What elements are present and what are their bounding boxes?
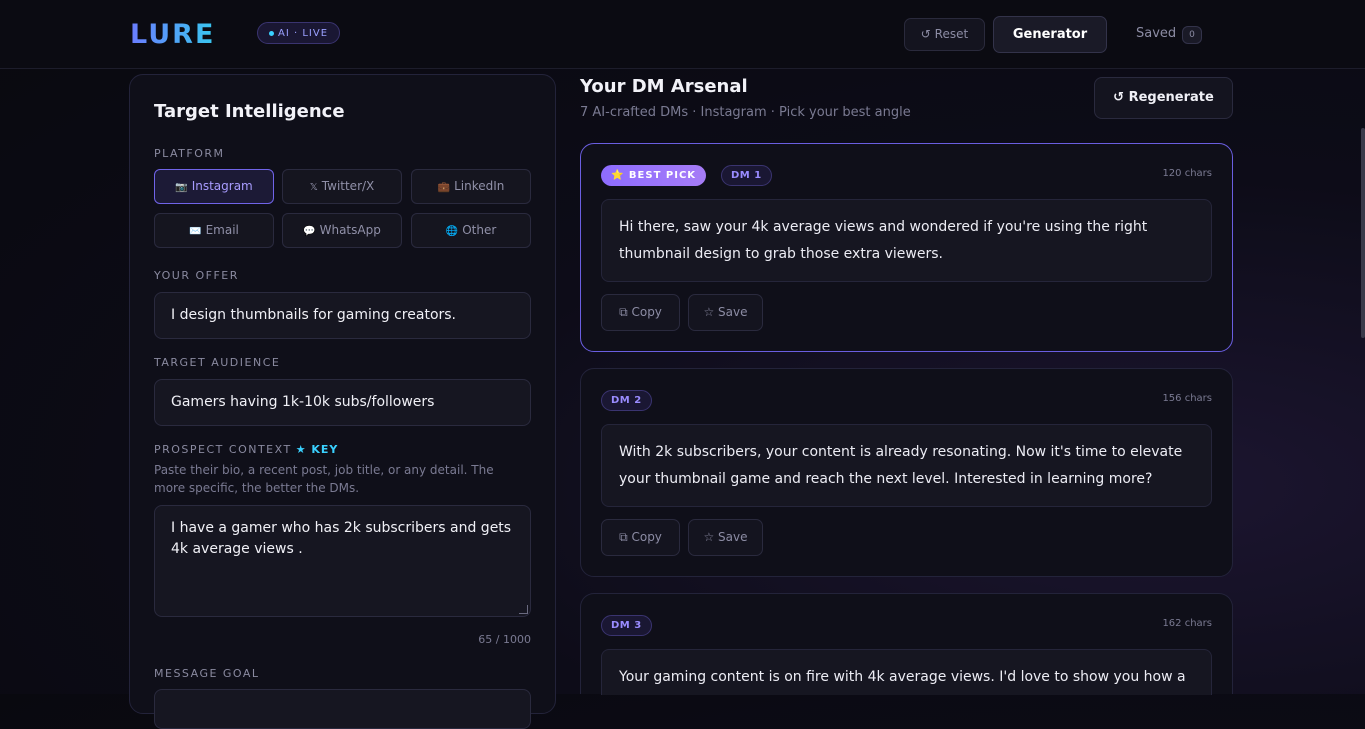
dm-tag: DM 1	[721, 165, 772, 186]
platform-linkedin-button[interactable]: 💼 LinkedIn	[411, 169, 531, 204]
dm-tag: DM 3	[601, 615, 652, 636]
dm-card: ⭐ BEST PICK DM 1 120 chars Hi there, saw…	[580, 143, 1233, 352]
envelope-icon: ✉️	[189, 226, 202, 237]
copy-button[interactable]: ⧉ Copy	[601, 294, 680, 331]
offer-label: YOUR OFFER	[154, 269, 239, 282]
live-badge-label: AI · LIVE	[278, 28, 329, 39]
goal-label: MESSAGE GOAL	[154, 667, 260, 680]
platform-whatsapp-button[interactable]: 💬 WhatsApp	[282, 213, 402, 248]
regenerate-button[interactable]: ↺ Regenerate	[1094, 77, 1233, 119]
saved-count-badge: 0	[1182, 26, 1202, 44]
dm-char-count: 120 chars	[1162, 168, 1212, 179]
star-icon: ☆	[703, 305, 719, 319]
platform-label: PLATFORM	[154, 147, 225, 160]
save-label: Save	[718, 305, 748, 319]
platform-twitter-button[interactable]: 𝕏 Twitter/X	[282, 169, 402, 204]
best-pick-badge: ⭐ BEST PICK	[601, 165, 707, 186]
context-label-row: PROSPECT CONTEXT ★ KEY	[154, 443, 338, 456]
platform-label-text: Instagram	[191, 179, 253, 193]
copy-label: Copy	[631, 530, 662, 544]
app-logo[interactable]: LURE	[130, 19, 215, 50]
live-dot-icon	[269, 30, 274, 36]
save-button[interactable]: ☆ Save	[688, 519, 763, 556]
live-badge: AI · LIVE	[257, 22, 341, 44]
key-badge: ★ KEY	[295, 443, 339, 456]
platform-label-text: LinkedIn	[454, 179, 505, 193]
dm-card: DM 2 156 chars With 2k subscribers, your…	[580, 368, 1233, 577]
copy-label: Copy	[631, 305, 662, 319]
context-char-count: 65 / 1000	[478, 633, 531, 646]
resize-handle-icon[interactable]	[519, 605, 528, 614]
save-button[interactable]: ☆ Save	[688, 294, 763, 331]
audience-label: TARGET AUDIENCE	[154, 356, 281, 369]
offer-input[interactable]: I design thumbnails for gaming creators.	[154, 292, 531, 339]
context-label: PROSPECT CONTEXT	[154, 443, 292, 456]
speech-bubble-icon: 💬	[303, 226, 316, 237]
globe-icon: 🌐	[445, 226, 459, 237]
goal-input[interactable]	[154, 689, 531, 729]
tab-saved[interactable]: Saved 0	[1136, 26, 1202, 44]
page-scrollbar[interactable]	[1361, 128, 1365, 338]
dm-message: With 2k subscribers, your content is alr…	[601, 424, 1212, 507]
context-textarea[interactable]: I have a gamer who has 2k subscribers an…	[154, 505, 531, 617]
target-intelligence-panel: Target Intelligence PLATFORM 📷 Instagram …	[129, 74, 556, 729]
reset-button[interactable]: ↺ Reset	[904, 18, 985, 51]
briefcase-icon: 💼	[437, 182, 451, 193]
x-logo-icon: 𝕏	[309, 182, 318, 193]
results-title: Your DM Arsenal	[580, 76, 748, 97]
audience-input[interactable]: Gamers having 1k-10k subs/followers	[154, 379, 531, 426]
tab-generator[interactable]: Generator	[993, 16, 1107, 53]
save-label: Save	[718, 530, 748, 544]
platform-other-button[interactable]: 🌐 Other	[411, 213, 531, 248]
platform-email-button[interactable]: ✉️ Email	[154, 213, 274, 248]
copy-icon: ⧉	[619, 530, 632, 544]
copy-icon: ⧉	[619, 305, 632, 319]
panel-title: Target Intelligence	[154, 101, 345, 122]
copy-button[interactable]: ⧉ Copy	[601, 519, 680, 556]
platform-label-text: Twitter/X	[321, 179, 375, 193]
saved-label: Saved	[1136, 26, 1177, 41]
dm-card: DM 3 162 chars Your gaming content is on…	[580, 593, 1233, 695]
dm-char-count: 162 chars	[1162, 618, 1212, 629]
platform-label-text: WhatsApp	[319, 223, 381, 237]
dm-char-count: 156 chars	[1162, 393, 1212, 404]
camera-icon: 📷	[175, 182, 188, 193]
top-bar: LURE AI · LIVE ↺ Reset Generator Saved 0	[0, 0, 1365, 69]
results-subtitle: 7 AI-crafted DMs · Instagram · Pick your…	[580, 105, 911, 120]
context-help-text: Paste their bio, a recent post, job titl…	[154, 463, 494, 495]
context-text: I have a gamer who has 2k subscribers an…	[171, 520, 512, 557]
star-icon: ☆	[703, 530, 719, 544]
platform-label-text: Email	[205, 223, 239, 237]
dm-message: Your gaming content is on fire with 4k a…	[601, 649, 1212, 695]
platform-instagram-button[interactable]: 📷 Instagram	[154, 169, 274, 204]
dm-tag: DM 2	[601, 390, 652, 411]
dm-message: Hi there, saw your 4k average views and …	[601, 199, 1212, 282]
platform-label-text: Other	[462, 223, 497, 237]
